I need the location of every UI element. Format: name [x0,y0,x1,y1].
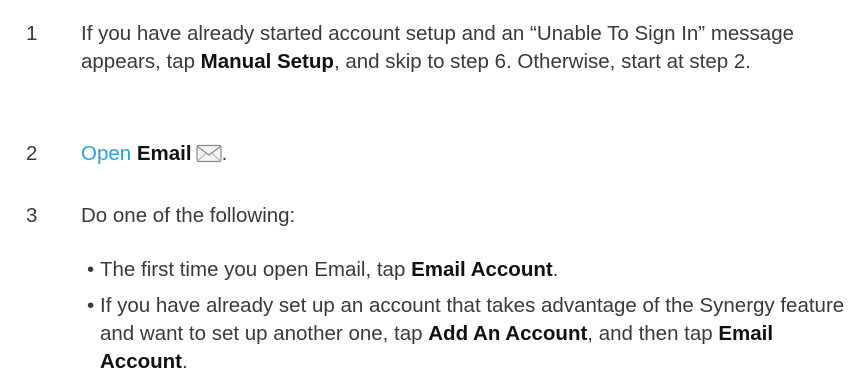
email-app-label: Email [136,142,192,165]
manual-setup-label: Manual Setup [200,50,334,73]
bullet-marker: • [87,294,95,317]
envelope-icon [195,143,222,171]
add-an-account-label: Add An Account [428,322,588,345]
step-text: Do one of the following: [81,204,296,227]
open-link[interactable]: Open [81,142,131,165]
step-text: Open Email. [81,140,851,171]
step-text: If you have already started account setu… [81,20,851,76]
step-text-part: , and skip to step 6. Otherwise, start a… [333,50,751,73]
bullet-marker: • [87,258,95,281]
step-number: 2 [26,142,38,165]
bullet-text-part: . [552,258,559,281]
bullet-text-part: The first time you open Email, tap [100,258,412,281]
step-number: 1 [26,22,38,45]
step-text-part: . [221,142,228,165]
bullet-text-part: . [182,350,188,373]
bullet-text-part: , and then tap [587,322,719,345]
bullet-text: The first time you open Email, tap Email… [100,256,850,284]
bullet-text: If you have already set up an account th… [100,292,850,376]
step-number: 3 [26,204,38,227]
email-account-label: Email Account [411,258,553,281]
